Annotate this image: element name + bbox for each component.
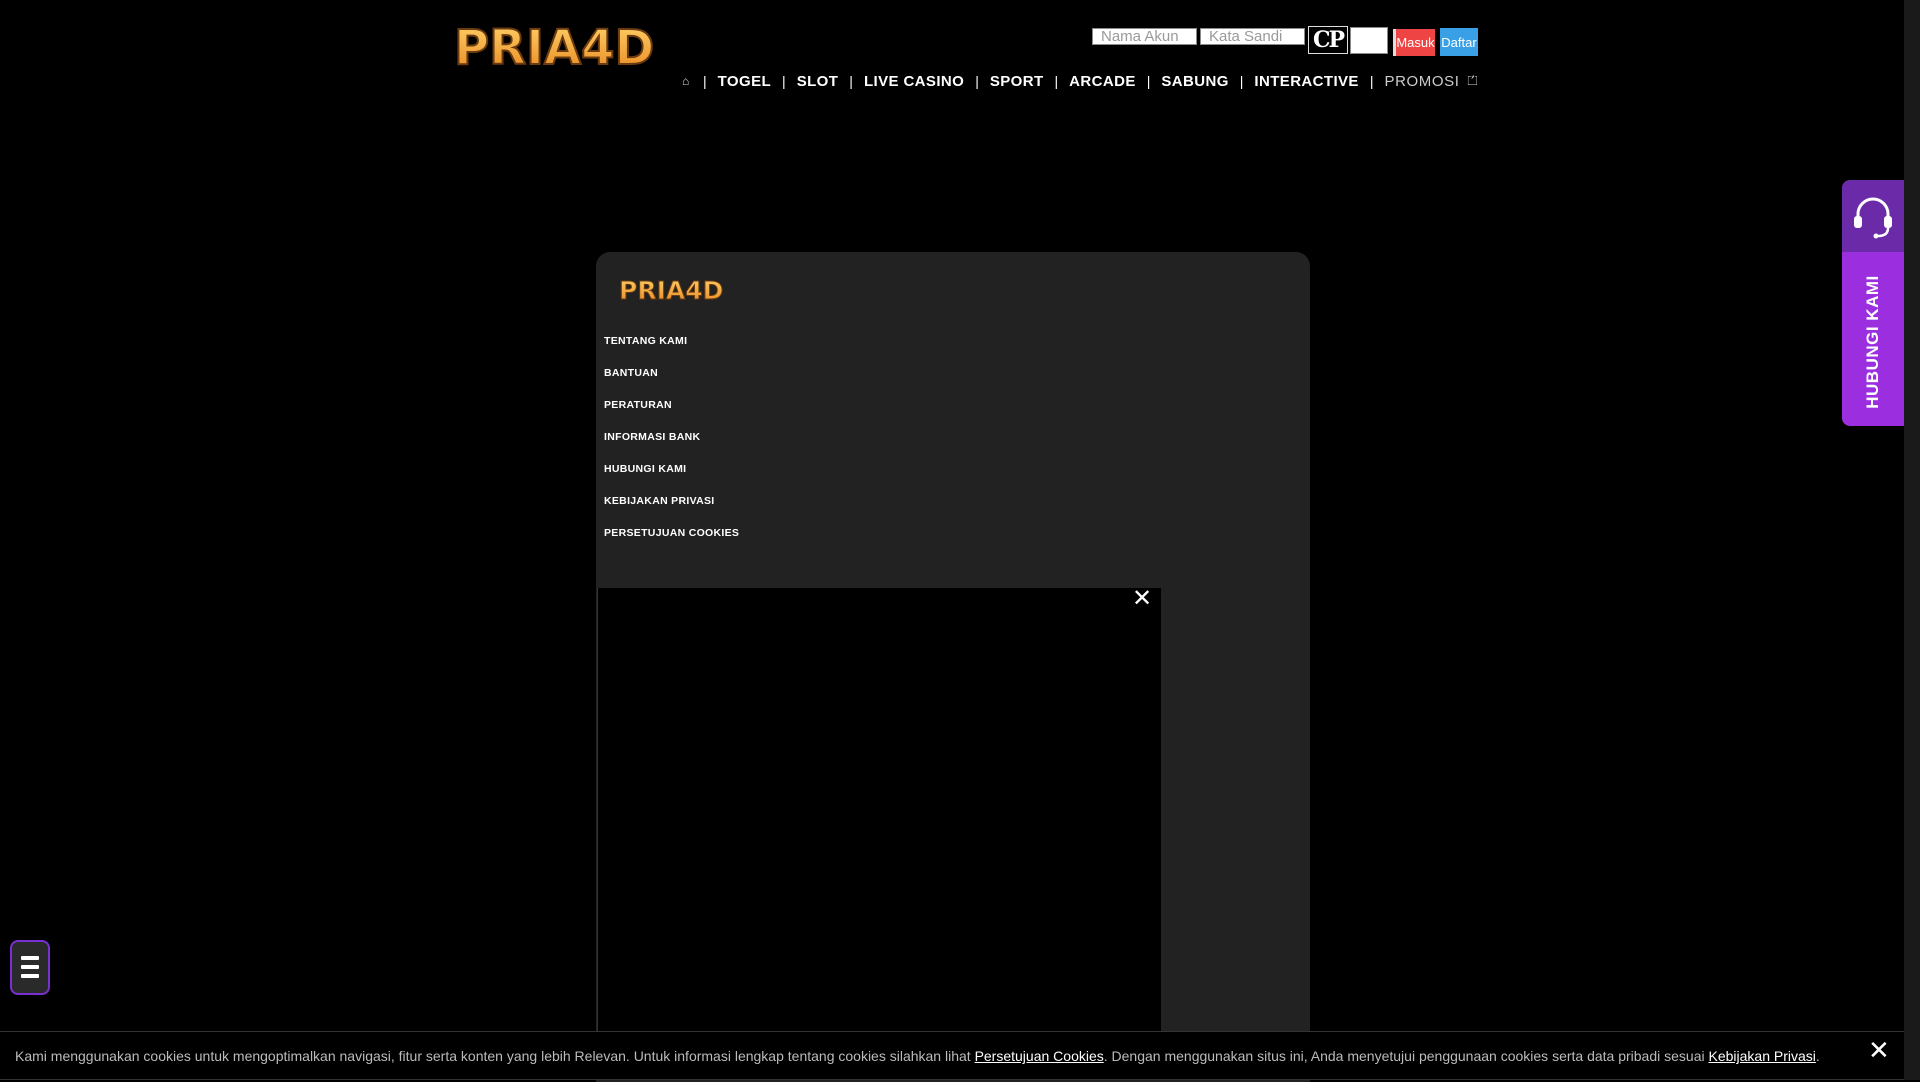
main-nav: ⌂ | TOGEL | SLOT | LIVE CASINO | SPORT |… <box>682 70 1477 92</box>
nav-item-slot[interactable]: SLOT <box>797 73 839 90</box>
cookie-consent-bar: Kami menggunakan cookies untuk mengoptim… <box>0 1031 1920 1080</box>
nav-separator: | <box>1054 73 1059 89</box>
footer-link-informasi-bank[interactable]: INFORMASI BANK <box>604 431 739 463</box>
footer-links: TENTANG KAMI BANTUAN PERATURAN INFORMASI… <box>604 335 739 559</box>
footer-link-kebijakan-privasi[interactable]: KEBIJAKAN PRIVASI <box>604 495 739 527</box>
home-icon[interactable]: ⌂ <box>682 74 692 88</box>
cookie-text-after: . <box>1815 1048 1820 1064</box>
cookie-link-persetujuan[interactable]: Persetujuan Cookies <box>975 1048 1104 1064</box>
nav-separator: | <box>1146 73 1151 89</box>
footer-logo[interactable]: PRIA4D <box>618 274 740 306</box>
nav-separator: | <box>703 73 707 89</box>
nav-item-sport[interactable]: SPORT <box>990 73 1044 90</box>
cookie-text-before: Kami menggunakan cookies untuk mengoptim… <box>15 1048 975 1064</box>
contact-widget[interactable]: HUBUNGI KAMI <box>1842 180 1904 426</box>
captcha-input[interactable] <box>1350 27 1388 54</box>
nav-item-promosi[interactable]: PROMOSI <box>1384 73 1459 90</box>
password-input[interactable] <box>1200 28 1305 45</box>
nav-item-sabung[interactable]: SABUNG <box>1161 73 1228 90</box>
nav-item-live-casino[interactable]: LIVE CASINO <box>864 73 964 90</box>
nav-separator: | <box>1369 73 1374 89</box>
nav-item-togel[interactable]: TOGEL <box>718 73 771 90</box>
cookie-text: Kami menggunakan cookies untuk mengoptim… <box>15 1048 1820 1064</box>
username-input[interactable] <box>1092 28 1197 45</box>
logo-text: PRIA4D <box>454 20 654 76</box>
footer-link-hubungi-kami[interactable]: HUBUNGI KAMI <box>604 463 739 495</box>
headset-icon <box>1854 197 1892 239</box>
page-scrollbar[interactable] <box>1904 0 1920 1080</box>
nav-item-interactive[interactable]: INTERACTIVE <box>1254 73 1358 90</box>
cookie-text-middle: . Dengan menggunakan situs ini, Anda men… <box>1103 1048 1709 1064</box>
nav-separator: | <box>849 73 853 89</box>
popup-close-icon[interactable]: ✕ <box>1131 587 1153 611</box>
site-logo[interactable]: PRIA4D <box>452 18 682 78</box>
contact-widget-header <box>1842 180 1904 252</box>
hamburger-icon <box>21 956 39 983</box>
footer-link-bantuan[interactable]: BANTUAN <box>604 367 739 399</box>
footer-link-tentang-kami[interactable]: TENTANG KAMI <box>604 335 739 367</box>
cookie-close-icon[interactable]: ✕ <box>1868 1037 1890 1063</box>
floating-menu-button[interactable] <box>10 940 50 995</box>
nav-separator: | <box>1239 73 1244 89</box>
login-button[interactable]: Masuk <box>1393 29 1435 56</box>
register-button[interactable]: Daftar <box>1440 28 1478 56</box>
gift-icon[interactable]: ⏍ <box>1468 73 1478 89</box>
footer-logo-text: PRIA4D <box>619 276 723 305</box>
footer-link-peraturan[interactable]: PERATURAN <box>604 399 739 431</box>
cookie-link-kebijakan[interactable]: Kebijakan Privasi <box>1709 1048 1816 1064</box>
nav-separator: | <box>782 73 786 89</box>
nav-item-arcade[interactable]: ARCADE <box>1069 73 1136 90</box>
popup-modal: ✕ <box>597 587 1161 1080</box>
contact-widget-label: HUBUNGI KAMI <box>1863 275 1882 409</box>
captcha-image: CP <box>1308 26 1348 54</box>
nav-separator: | <box>975 73 979 89</box>
footer-link-persetujuan-cookies[interactable]: PERSETUJUAN COOKIES <box>604 527 739 559</box>
